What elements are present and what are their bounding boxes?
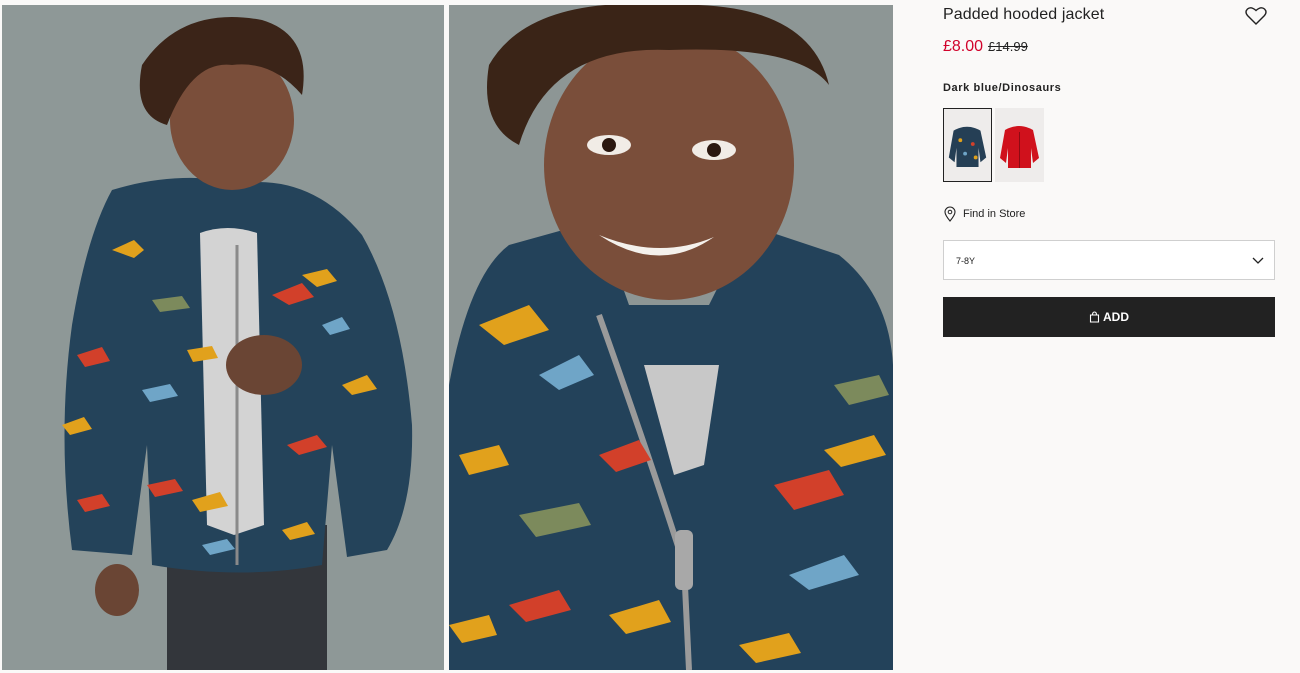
sale-price: £8.00 bbox=[943, 38, 984, 55]
add-to-bag-button[interactable]: ADD bbox=[943, 297, 1275, 337]
find-in-store-link[interactable]: Find in Store bbox=[943, 206, 1025, 222]
location-pin-icon bbox=[944, 206, 956, 222]
selected-color-name: Dark blue/Dinosaurs bbox=[943, 82, 1062, 94]
product-page: Padded hooded jacket £8.00 £14.99 Dark bl… bbox=[0, 0, 1300, 673]
chevron-down-icon bbox=[1252, 257, 1264, 264]
size-selected-value: 7-8Y bbox=[956, 256, 976, 266]
price-row: £8.00 £14.99 bbox=[943, 38, 1028, 56]
product-image-closeup[interactable] bbox=[449, 5, 893, 670]
shopping-bag-icon bbox=[1089, 311, 1100, 323]
product-image-main[interactable] bbox=[2, 5, 444, 670]
jacket-thumbnail-red bbox=[1000, 126, 1039, 168]
jacket-thumbnail-dark-blue bbox=[948, 126, 987, 168]
child-closeup-image bbox=[449, 5, 893, 670]
add-button-label: ADD bbox=[1103, 310, 1129, 324]
original-price: £14.99 bbox=[988, 39, 1028, 54]
product-info-panel: Padded hooded jacket £8.00 £14.99 Dark bl… bbox=[943, 0, 1275, 673]
size-dropdown[interactable]: 7-8Y bbox=[943, 240, 1275, 280]
child-jacket-image bbox=[2, 5, 444, 670]
swatch-dark-blue-dinosaurs[interactable] bbox=[943, 108, 992, 182]
favorite-button[interactable] bbox=[1245, 6, 1267, 26]
product-title: Padded hooded jacket bbox=[943, 6, 1105, 23]
heart-icon bbox=[1245, 7, 1267, 25]
swatch-red[interactable] bbox=[995, 108, 1044, 182]
find-in-store-label: Find in Store bbox=[963, 208, 1026, 220]
